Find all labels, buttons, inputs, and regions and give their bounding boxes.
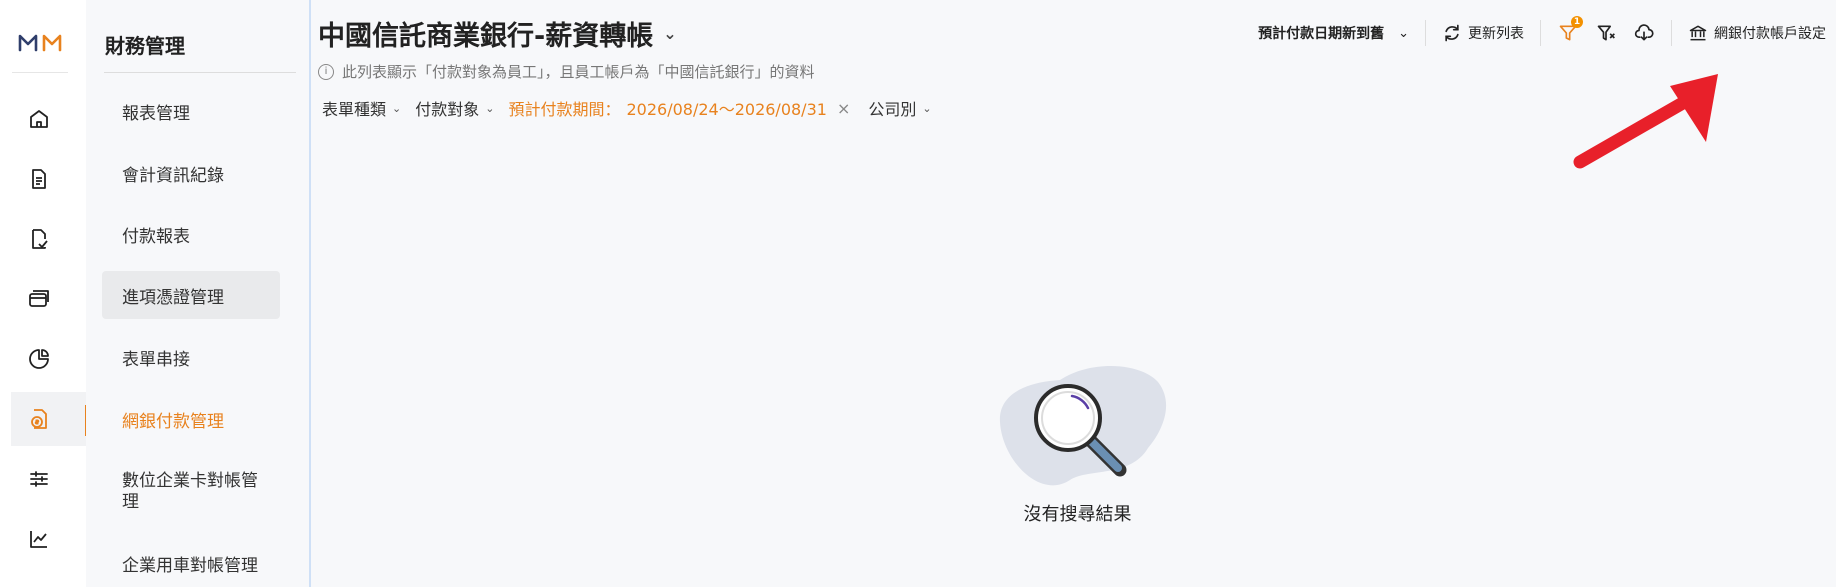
rail-divider <box>12 72 68 73</box>
chevron-down-icon: ⌄ <box>392 101 402 115</box>
submenu-item-label: 進項憑證管理 <box>122 287 224 308</box>
submenu-item-label: 付款報表 <box>122 226 190 247</box>
filter-label: 公司別 <box>868 100 917 119</box>
rail-home[interactable] <box>11 92 87 146</box>
chevron-down-icon: ⌄ <box>485 101 495 115</box>
refresh-icon <box>1445 24 1459 42</box>
submenu-item-input-vouchers[interactable]: 進項憑證管理 <box>102 271 280 319</box>
submenu-item-form-integration[interactable]: 表單串接 <box>102 338 280 376</box>
filter-payment-period[interactable]: 預計付款期間： 2026/08/24〜2026/08/31 <box>508 96 826 120</box>
filter-company[interactable]: 公司別 ⌄ <box>868 96 931 120</box>
filter-count-badge: 1 <box>1571 16 1583 28</box>
submenu-item-corporate-car-reconciliation[interactable]: 企業用車對帳管理 <box>102 544 280 582</box>
info-icon: i <box>318 63 334 80</box>
submenu-divider <box>104 72 296 73</box>
bank-icon <box>1689 25 1707 41</box>
filter-clear-icon <box>1597 25 1615 41</box>
submenu-title: 財務管理 <box>105 34 185 58</box>
filter-period-label: 預計付款期間： <box>508 100 621 119</box>
rail-approvals[interactable] <box>11 212 87 266</box>
submenu-item-label: 報表管理 <box>122 103 190 124</box>
rail-finance[interactable] <box>11 392 87 446</box>
filter-button[interactable]: 1 <box>1557 16 1583 44</box>
submenu-item-label: 表單串接 <box>122 349 190 370</box>
chevron-down-icon: ⌄ <box>663 24 677 43</box>
annotation-arrow <box>1573 74 1718 169</box>
page-title-dropdown[interactable]: 中國信託商業銀行-薪資轉帳 ⌄ <box>318 14 677 53</box>
filter-bar: 表單種類 ⌄ 付款對象 ⌄ 預計付款期間： 2026/08/24〜2026/08/31… <box>322 96 946 120</box>
rail-analytics[interactable] <box>11 512 87 566</box>
magnifier-illustration-icon <box>999 365 1167 486</box>
filter-payee[interactable]: 付款對象 ⌄ <box>415 96 494 120</box>
info-note: i 此列表顯示「付款對象為員工」，且員工帳戶為「中國信託銀行」的資料 <box>318 61 815 82</box>
rail-documents[interactable] <box>11 152 87 206</box>
sliders-icon <box>30 471 48 487</box>
refresh-label: 更新列表 <box>1468 26 1524 42</box>
line-chart-icon <box>30 531 47 548</box>
chevron-down-icon: ⌄ <box>922 101 932 115</box>
clear-period-icon[interactable]: × <box>837 99 850 118</box>
empty-state <box>980 350 1200 504</box>
bank-account-settings-button[interactable]: 網銀付款帳戶設定 <box>1688 23 1826 43</box>
toolbar-divider <box>1671 20 1672 46</box>
submenu-item-accounting-records[interactable]: 會計資訊紀錄 <box>102 154 280 192</box>
submenu-item-online-banking-payment[interactable]: 網銀付款管理 <box>102 400 280 438</box>
app-logo <box>18 34 62 52</box>
toolbar: 預計付款日期新到舊 ⌄ 更新列表 1 網銀付款帳戶設定 <box>1258 16 1826 48</box>
toolbar-divider <box>1425 20 1426 46</box>
rail-reports[interactable] <box>11 332 87 386</box>
info-text: 此列表顯示「付款對象為員工」，且員工帳戶為「中國信託銀行」的資料 <box>342 63 815 81</box>
icon-rail <box>0 0 87 587</box>
empty-state-text: 沒有搜尋結果 <box>1023 504 1132 525</box>
refresh-button[interactable]: 更新列表 <box>1442 23 1524 43</box>
submenu-item-label: 數位企業卡對帳管理 <box>122 471 258 512</box>
toolbar-divider <box>1540 20 1541 46</box>
pie-chart-icon <box>29 349 49 369</box>
filter-label: 表單種類 <box>322 100 387 119</box>
submenu-item-payment-reports[interactable]: 付款報表 <box>102 215 280 253</box>
rail-cards[interactable] <box>11 272 87 326</box>
rail-settings[interactable] <box>11 452 87 506</box>
filter-period-value: 2026/08/24〜2026/08/31 <box>626 100 827 119</box>
sort-dropdown[interactable]: 預計付款日期新到舊 ⌄ <box>1258 23 1409 43</box>
clear-filter-button[interactable] <box>1595 22 1617 44</box>
download-button[interactable] <box>1633 22 1655 44</box>
submenu-item-label: 會計資訊紀錄 <box>122 165 224 186</box>
panel-divider <box>309 0 311 587</box>
home-icon <box>30 110 48 128</box>
submenu-item-corporate-card-reconciliation[interactable]: 數位企業卡對帳管理 <box>102 466 280 518</box>
payment-document-icon <box>31 409 47 429</box>
credit-card-icon <box>29 290 49 307</box>
submenu-item-reports[interactable]: 報表管理 <box>102 92 280 130</box>
bank-settings-label: 網銀付款帳戶設定 <box>1714 26 1826 42</box>
finance-submenu: 財務管理 報表管理 會計資訊紀錄 付款報表 進項憑證管理 表單串接 網銀付款管理… <box>86 0 309 587</box>
cloud-download-icon <box>1634 24 1654 41</box>
sort-label: 預計付款日期新到舊 <box>1258 26 1385 42</box>
filter-label: 付款對象 <box>415 100 480 119</box>
filter-form-type[interactable]: 表單種類 ⌄ <box>322 96 401 120</box>
submenu-item-label: 企業用車對帳管理 <box>122 555 258 576</box>
page-title: 中國信託商業銀行-薪資轉帳 <box>318 21 654 52</box>
submenu-item-label: 網銀付款管理 <box>122 411 224 432</box>
document-icon <box>32 169 46 189</box>
document-check-icon <box>32 229 48 249</box>
chevron-down-icon: ⌄ <box>1398 25 1409 41</box>
